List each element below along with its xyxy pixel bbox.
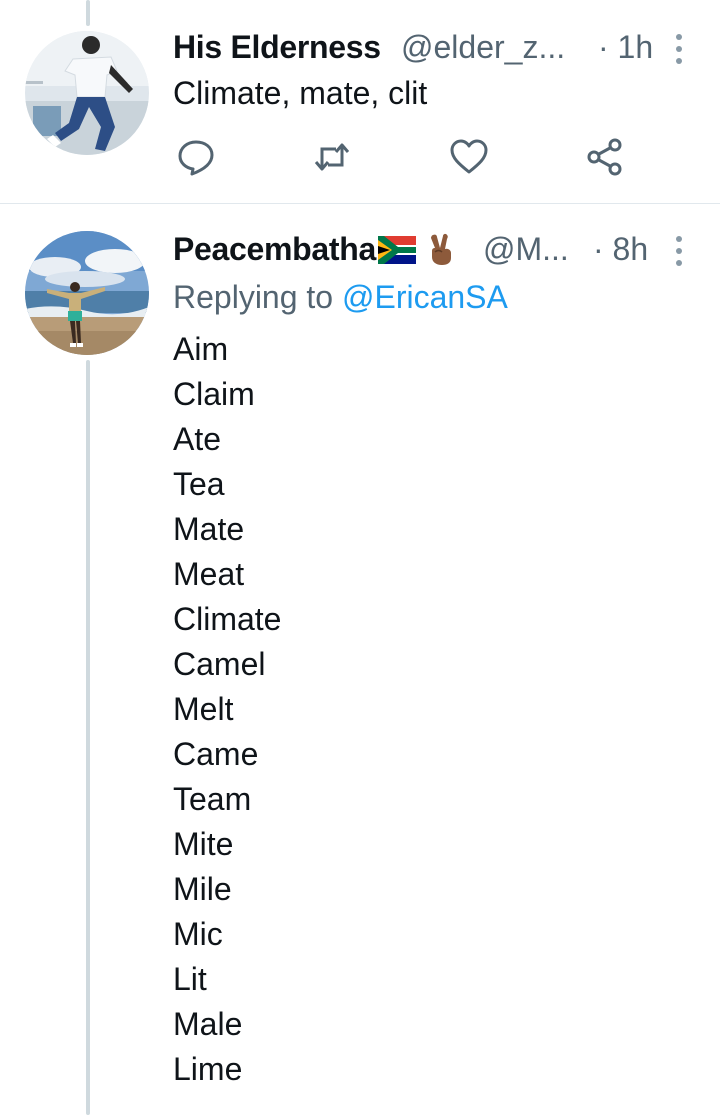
text-line: Mic — [173, 916, 223, 952]
text-line: Tea — [173, 466, 225, 502]
timestamp[interactable]: · 1h — [598, 29, 653, 66]
display-name[interactable]: His Elderness — [173, 29, 381, 66]
more-options-icon[interactable] — [674, 34, 684, 70]
text-line: Came — [173, 736, 259, 772]
retweet-icon[interactable] — [312, 137, 352, 177]
user-handle[interactable]: @M... — [483, 231, 569, 268]
text-line: Ate — [173, 421, 222, 457]
text-line: Lime — [173, 1051, 243, 1087]
text-line: Claim — [173, 376, 255, 412]
timestamp[interactable]: · 8h — [593, 231, 648, 268]
text-line: Team — [173, 781, 252, 817]
text-line: Meat — [173, 556, 245, 592]
text-line: Climate — [173, 601, 282, 637]
replying-mention-link[interactable]: @EricanSA — [342, 279, 508, 315]
tweet-text: Aim Claim Ate Tea Mate Meat Climate Came… — [173, 327, 281, 1092]
display-name-row[interactable]: Peacembatha — [173, 231, 456, 268]
thread-line-bottom — [86, 360, 90, 1115]
victory-hand-icon — [431, 233, 452, 265]
text-line: Mite — [173, 826, 234, 862]
more-options-icon[interactable] — [674, 236, 684, 272]
text-line: Male — [173, 1006, 243, 1042]
text-line: Mate — [173, 511, 245, 547]
replying-prefix: Replying to — [173, 279, 334, 315]
south-africa-flag-icon — [378, 236, 417, 264]
thread-line-top — [86, 0, 90, 26]
text-line: Lit — [173, 961, 207, 997]
text-line: Camel — [173, 646, 266, 682]
avatar[interactable] — [25, 231, 149, 355]
share-icon[interactable] — [585, 137, 625, 177]
like-icon[interactable] — [449, 137, 489, 177]
tweet-divider — [0, 203, 720, 204]
text-line: Mile — [173, 871, 232, 907]
text-line: Aim — [173, 331, 229, 367]
user-handle[interactable]: @elder_z... — [401, 29, 565, 66]
avatar[interactable] — [25, 31, 149, 155]
display-name[interactable]: Peacembatha — [173, 231, 376, 267]
tweet-text: Climate, mate, clit — [173, 75, 428, 111]
reply-icon[interactable] — [176, 137, 216, 177]
text-line: Melt — [173, 691, 234, 727]
replying-to: Replying to @EricanSA — [173, 279, 508, 316]
